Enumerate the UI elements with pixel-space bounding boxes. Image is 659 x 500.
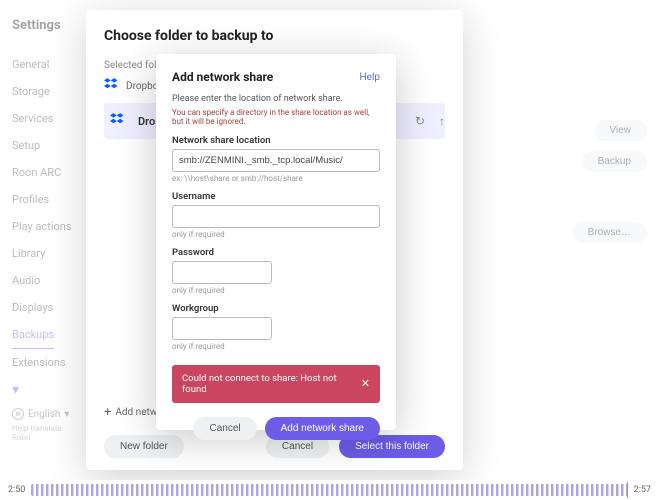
location-label: Network share location (172, 135, 380, 146)
dropbox-icon (110, 112, 128, 130)
refresh-icon[interactable]: ↻ (415, 114, 425, 128)
playhead[interactable] (627, 482, 628, 498)
username-hint: only if required (172, 230, 380, 239)
dialog2-warning: You can specify a directory in the share… (172, 108, 380, 127)
error-banner: Could not connect to share: Host not fou… (172, 365, 380, 403)
password-hint: only if required (172, 286, 380, 295)
workgroup-hint: only if required (172, 342, 380, 351)
dialog2-desc: Please enter the location of network sha… (172, 94, 380, 106)
help-link[interactable]: Help (360, 72, 380, 83)
dialog2-title: Add network share (172, 70, 273, 84)
workgroup-input[interactable] (172, 317, 272, 340)
audio-playback-bar[interactable]: 2:50 2:57 (0, 480, 659, 500)
password-label: Password (172, 247, 380, 258)
cancel-button[interactable]: Cancel (193, 417, 256, 440)
location-hint: ex: \\host\share or smb://host/share (172, 174, 380, 183)
time-end: 2:57 (634, 485, 651, 495)
username-input[interactable] (172, 205, 380, 228)
add-network-share-link[interactable]: + Add netw (104, 405, 157, 420)
close-icon[interactable]: ✕ (361, 377, 370, 390)
location-input[interactable] (172, 149, 380, 172)
waveform[interactable] (31, 484, 627, 496)
up-icon[interactable]: ↑ (439, 114, 445, 128)
workgroup-label: Workgroup (172, 303, 380, 314)
password-input[interactable] (172, 261, 272, 284)
dialog-title: Choose folder to backup to (104, 28, 445, 44)
username-label: Username (172, 191, 380, 202)
add-network-share-button[interactable]: Add network share (265, 417, 380, 440)
error-text: Could not connect to share: Host not fou… (182, 373, 361, 395)
time-start: 2:50 (8, 485, 25, 495)
plus-icon: + (104, 405, 111, 420)
dropbox-icon (104, 77, 122, 95)
add-network-share-dialog: Add network share Help Please enter the … (156, 54, 396, 430)
